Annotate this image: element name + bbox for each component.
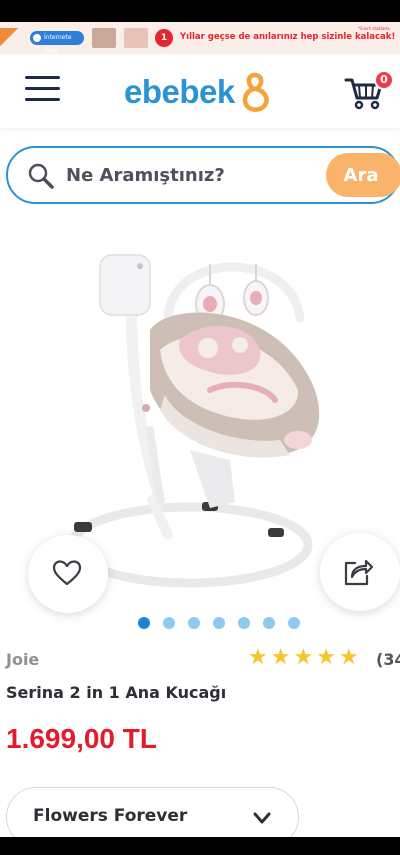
promo-banner[interactable]: İnternete Özel 1 Yıllar geçse de anıları…	[0, 22, 400, 54]
search-bar: Ara	[6, 146, 400, 204]
favorite-button[interactable]	[28, 535, 108, 613]
brand-name[interactable]: Joie	[6, 650, 39, 669]
search-icon	[28, 163, 54, 189]
variant-selected-value: Flowers Forever	[33, 806, 188, 826]
promo-photo-1	[92, 28, 116, 48]
gallery-dot[interactable]	[263, 617, 275, 629]
promo-badge: 1	[155, 29, 173, 47]
star-icon: ★	[293, 645, 314, 670]
logo-text: ebebek	[124, 73, 235, 110]
share-button[interactable]	[320, 533, 400, 611]
search-button[interactable]: Ara	[326, 153, 400, 197]
rating-count[interactable]: (34	[376, 650, 400, 669]
search-input[interactable]	[66, 160, 316, 190]
gallery-dot[interactable]	[163, 617, 175, 629]
heart-icon	[52, 560, 82, 586]
menu-icon[interactable]	[25, 74, 60, 104]
star-icon: ★	[248, 645, 268, 670]
status-bar	[0, 0, 400, 22]
star-icon: ★	[316, 645, 336, 670]
gallery-dot[interactable]	[213, 617, 225, 629]
rating-stars[interactable]: ★ ★ ★ ★ ★	[248, 647, 359, 669]
product-title: Serina 2 in 1 Ana Kucağı	[6, 683, 227, 702]
star-icon: ★	[338, 645, 359, 670]
header: ebebek 0	[0, 54, 400, 128]
gallery-pagination	[138, 617, 300, 631]
gallery-dot[interactable]	[188, 617, 200, 629]
promo-pill: İnternete Özel	[30, 31, 84, 54]
system-nav-bar	[0, 837, 400, 855]
promo-photo-2	[124, 28, 148, 48]
chevron-down-icon	[253, 812, 271, 824]
product-image[interactable]	[60, 240, 350, 610]
logo[interactable]: ebebek	[124, 72, 273, 112]
share-icon	[344, 559, 374, 586]
cart-count-badge: 0	[374, 70, 394, 90]
star-icon: ★	[270, 645, 291, 670]
gallery-dot[interactable]	[138, 617, 150, 629]
product-price: 1.699,00 TL	[6, 723, 157, 754]
promo-stripe	[0, 28, 26, 48]
promo-note: *Sınırlı stoklarla	[358, 26, 390, 31]
gallery-dot[interactable]	[238, 617, 250, 629]
logo-mark-icon	[242, 72, 269, 112]
promo-text: Yıllar geçse de anılarınız hep sizinle k…	[180, 32, 396, 42]
gallery-dot[interactable]	[288, 617, 300, 629]
